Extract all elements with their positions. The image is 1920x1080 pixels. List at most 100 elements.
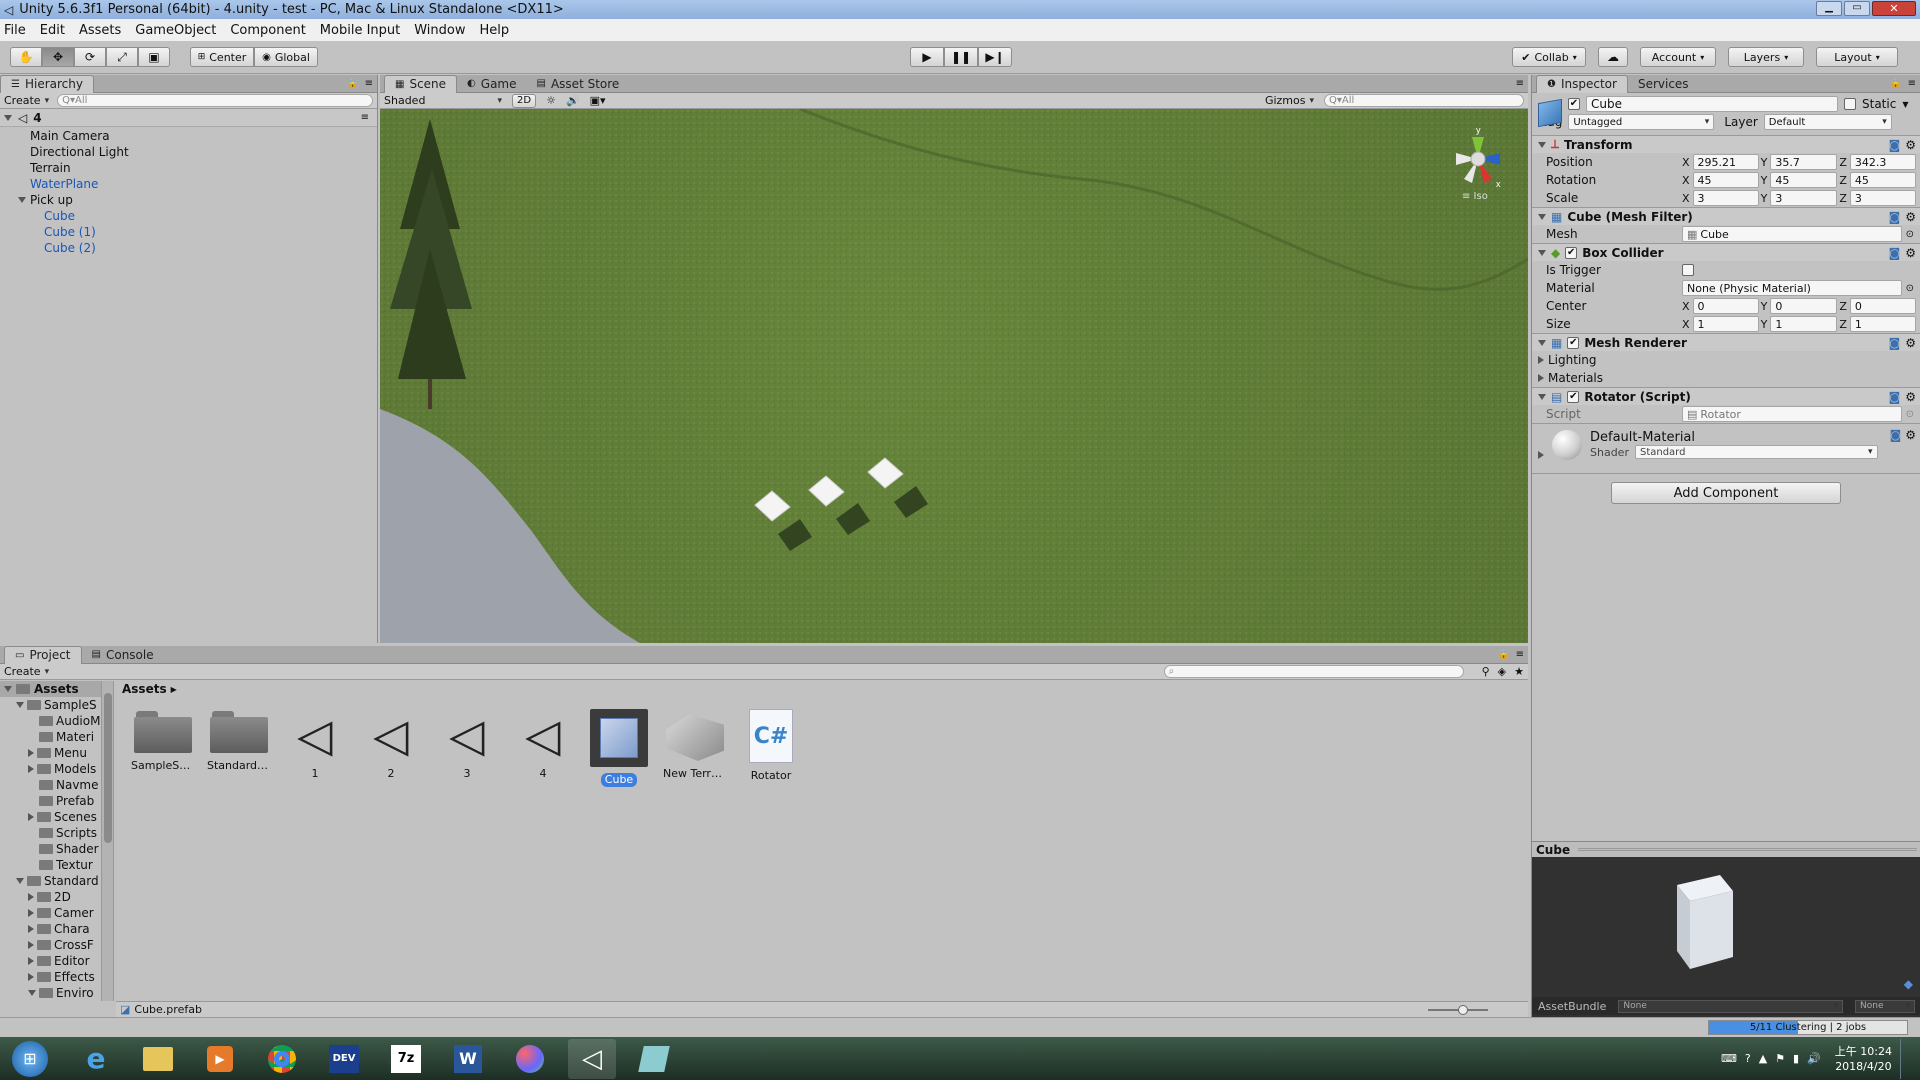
help-icon[interactable]: ◙ bbox=[1889, 210, 1901, 224]
scale-x-field[interactable]: 3 bbox=[1692, 190, 1759, 206]
taskbar-word[interactable]: W bbox=[444, 1039, 492, 1079]
panel-menu-icon[interactable]: ≡ bbox=[1908, 78, 1916, 89]
center-x-field[interactable]: 0 bbox=[1692, 298, 1759, 314]
transform-header[interactable]: ⟂ Transform ◙ ⚙ bbox=[1532, 135, 1920, 153]
project-create-dropdown[interactable]: Create bbox=[4, 665, 49, 678]
asset-item[interactable]: Standard A... bbox=[204, 709, 275, 787]
hierarchy-search-input[interactable]: Q▾All bbox=[57, 94, 373, 107]
help-icon[interactable]: ◙ bbox=[1889, 246, 1901, 260]
hierarchy-item[interactable]: Directional Light bbox=[0, 144, 377, 160]
collapse-arrow-icon[interactable] bbox=[28, 749, 34, 757]
center-y-field[interactable]: 0 bbox=[1770, 298, 1838, 314]
lock-icon[interactable]: 🔒 bbox=[347, 79, 358, 89]
tree-folder[interactable]: Materi bbox=[0, 729, 113, 745]
tray-clock[interactable]: 上午 10:24 2018/4/20 bbox=[1835, 1044, 1892, 1074]
tree-folder[interactable]: Standard bbox=[0, 873, 113, 889]
network-icon[interactable]: ▮ bbox=[1793, 1052, 1799, 1065]
layer-dropdown[interactable]: Default bbox=[1763, 114, 1892, 130]
taskbar-ie[interactable]: e bbox=[72, 1039, 120, 1079]
2d-toggle-button[interactable]: 2D bbox=[512, 93, 537, 108]
settings-gear-icon[interactable]: ⚙ bbox=[1905, 390, 1916, 404]
asset-item[interactable]: ◁ 4 bbox=[508, 709, 578, 787]
assets-breadcrumb[interactable]: Assets ▶ bbox=[116, 681, 1528, 697]
project-search-input[interactable]: ⌕ bbox=[1163, 665, 1464, 678]
settings-gear-icon[interactable]: ⚙ bbox=[1905, 246, 1916, 260]
progress-indicator[interactable]: 5/11 Clustering | 2 jobs bbox=[1708, 1020, 1908, 1035]
asset-item[interactable]: New Terrain bbox=[660, 709, 730, 787]
menu-help[interactable]: Help bbox=[480, 23, 510, 38]
menu-component[interactable]: Component bbox=[230, 23, 305, 38]
mesh-object-field[interactable]: ▦ Cube bbox=[1682, 226, 1902, 242]
volume-icon[interactable]: 🔊 bbox=[1807, 1052, 1821, 1065]
start-button[interactable]: ⊞ bbox=[6, 1039, 54, 1079]
center-z-field[interactable]: 0 bbox=[1849, 298, 1917, 314]
rotator-script-header[interactable]: ▤ ✔ Rotator (Script) ◙ ⚙ bbox=[1532, 387, 1920, 405]
object-picker-icon[interactable]: ⊙ bbox=[1906, 229, 1914, 240]
shading-mode-dropdown[interactable]: Shaded bbox=[384, 94, 502, 107]
expand-arrow-icon[interactable] bbox=[4, 114, 12, 121]
help-tray-icon[interactable]: ? bbox=[1745, 1052, 1751, 1065]
tree-scrollbar[interactable] bbox=[101, 681, 113, 1001]
filter-by-type-icon[interactable]: ⚲ bbox=[1482, 665, 1490, 678]
iso-label[interactable]: ≡ Iso bbox=[1462, 191, 1488, 202]
collapse-arrow-icon[interactable] bbox=[28, 957, 34, 965]
flag-icon[interactable]: ⚑ bbox=[1775, 1052, 1785, 1065]
scale-z-field[interactable]: 3 bbox=[1849, 190, 1917, 206]
panel-menu-icon[interactable]: ≡ bbox=[1516, 649, 1524, 660]
cloud-button[interactable]: ☁ bbox=[1598, 47, 1628, 67]
shader-dropdown[interactable]: Standard bbox=[1634, 445, 1878, 459]
settings-gear-icon[interactable]: ⚙ bbox=[1905, 138, 1916, 152]
asset-item[interactable]: ◁ 2 bbox=[356, 709, 426, 787]
mesh-filter-header[interactable]: ▦ Cube (Mesh Filter) ◙ ⚙ bbox=[1532, 207, 1920, 225]
size-x-field[interactable]: 1 bbox=[1692, 316, 1759, 332]
rotate-tool-button[interactable]: ⟳ bbox=[74, 47, 106, 67]
asset-item[interactable]: Cube bbox=[584, 709, 654, 787]
taskbar-chrome[interactable] bbox=[258, 1039, 306, 1079]
collapse-arrow-icon[interactable] bbox=[28, 893, 34, 901]
tag-dropdown[interactable]: Untagged bbox=[1568, 114, 1715, 130]
tree-folder[interactable]: CrossF bbox=[0, 937, 113, 953]
tag-icon[interactable]: ◆ bbox=[1904, 977, 1913, 991]
icon-size-slider-thumb[interactable] bbox=[1458, 1004, 1468, 1015]
expand-arrow-icon[interactable] bbox=[18, 197, 26, 203]
collapse-arrow-icon[interactable] bbox=[28, 813, 34, 821]
pivot-global-button[interactable]: ◉ Global bbox=[254, 47, 318, 67]
hierarchy-item[interactable]: Cube bbox=[0, 208, 377, 224]
physic-material-field[interactable]: None (Physic Material) bbox=[1682, 280, 1902, 296]
gizmos-dropdown[interactable]: Gizmos bbox=[1265, 94, 1314, 107]
expand-arrow-icon[interactable] bbox=[28, 990, 36, 996]
tree-folder[interactable]: Shader bbox=[0, 841, 113, 857]
tree-scrollbar-thumb[interactable] bbox=[104, 693, 112, 843]
settings-gear-icon[interactable]: ⚙ bbox=[1905, 336, 1916, 350]
collapse-arrow-icon[interactable] bbox=[28, 973, 34, 981]
position-y-field[interactable]: 35.7 bbox=[1770, 154, 1838, 170]
hierarchy-item[interactable]: Pick up bbox=[0, 192, 377, 208]
tree-folder[interactable]: Menu bbox=[0, 745, 113, 761]
asset-item[interactable]: ◁ 3 bbox=[432, 709, 502, 787]
static-checkbox[interactable] bbox=[1844, 98, 1856, 110]
help-icon[interactable]: ◙ bbox=[1889, 138, 1901, 152]
hierarchy-item[interactable]: Terrain bbox=[0, 160, 377, 176]
expand-arrow-icon[interactable] bbox=[16, 702, 24, 708]
is-trigger-checkbox[interactable] bbox=[1682, 264, 1694, 276]
hierarchy-item[interactable]: WaterPlane bbox=[0, 176, 377, 192]
asset-item[interactable]: C# Rotator bbox=[736, 709, 806, 787]
assetbundle-variant-dropdown[interactable]: None bbox=[1855, 999, 1915, 1013]
scene-viewport[interactable]: y x ≡ Iso bbox=[380, 109, 1528, 643]
menu-window[interactable]: Window bbox=[414, 23, 465, 38]
taskbar-7zip[interactable]: 7z bbox=[382, 1039, 430, 1079]
tree-folder[interactable]: SampleS bbox=[0, 697, 113, 713]
tree-folder[interactable]: Textur bbox=[0, 857, 113, 873]
taskbar-unity[interactable]: ◁ bbox=[568, 1038, 616, 1079]
filter-by-label-icon[interactable]: ◈ bbox=[1498, 665, 1506, 678]
scale-tool-button[interactable]: ⤢ bbox=[106, 47, 138, 67]
favorite-star-icon[interactable]: ★ bbox=[1514, 665, 1524, 678]
panel-menu-icon[interactable]: ≡ bbox=[365, 78, 373, 89]
taskbar-paint[interactable] bbox=[506, 1039, 554, 1079]
tree-folder[interactable]: Navme bbox=[0, 777, 113, 793]
tree-folder[interactable]: Enviro bbox=[0, 985, 113, 1001]
hand-tool-button[interactable]: ✋ bbox=[10, 47, 42, 67]
taskbar-devcpp[interactable]: DEV bbox=[320, 1039, 368, 1079]
step-button[interactable]: ▶❙ bbox=[978, 47, 1012, 67]
box-collider-enabled-checkbox[interactable]: ✔ bbox=[1565, 246, 1578, 259]
